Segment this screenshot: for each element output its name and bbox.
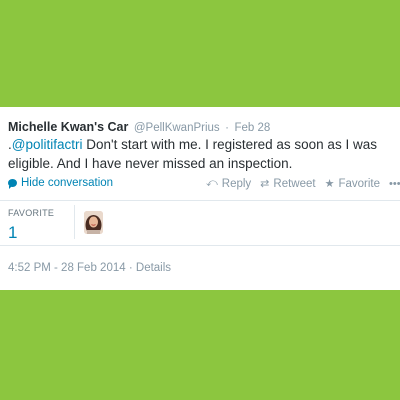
timestamp-text[interactable]: 4:52 PM - 28 Feb 2014 xyxy=(8,262,126,274)
date-separator: · xyxy=(225,122,230,134)
hide-conversation-label: Hide conversation xyxy=(21,177,114,189)
divider xyxy=(0,245,400,246)
tweet-timestamp: 4:52 PM - 28 Feb 2014 · Details xyxy=(8,262,171,274)
retweet-button[interactable]: ⇄ Retweet xyxy=(260,177,316,191)
favorite-count: 1 xyxy=(8,223,18,242)
timestamp-separator: · xyxy=(128,262,133,274)
tweet-date[interactable]: Feb 28 xyxy=(235,122,271,134)
page: Michelle Kwan's Car @PellKwanPrius · Feb… xyxy=(0,0,400,400)
avatar-image xyxy=(84,211,103,234)
more-dots-icon: ••• xyxy=(389,177,400,190)
stats-divider xyxy=(74,205,75,239)
mention-link[interactable]: @politifactri xyxy=(12,137,83,152)
details-link[interactable]: Details xyxy=(136,262,171,274)
tweet-actions: ⤺ Reply ⇄ Retweet ★ Favorite ••• M xyxy=(206,177,400,190)
tweet-header: Michelle Kwan's Car @PellKwanPrius · Feb… xyxy=(8,119,270,136)
hide-conversation-link[interactable]: Hide conversation xyxy=(8,177,113,189)
author-handle[interactable]: @PellKwanPrius xyxy=(134,122,220,134)
more-button[interactable]: ••• M xyxy=(389,178,400,190)
favorite-stats[interactable]: FAVORITE 1 xyxy=(8,208,68,244)
tweet-text: .@politifactri Don't start with me. I re… xyxy=(8,135,400,173)
reply-button[interactable]: ⤺ Reply xyxy=(206,177,251,190)
author-name[interactable]: Michelle Kwan's Car xyxy=(8,120,128,134)
retweet-icon: ⇄ xyxy=(260,178,270,190)
tweet-card: Michelle Kwan's Car @PellKwanPrius · Feb… xyxy=(0,107,400,290)
favorite-stats-label: FAVORITE xyxy=(8,208,55,218)
speech-bubble-icon xyxy=(8,179,17,189)
reply-arrow-icon: ⤺ xyxy=(206,177,218,189)
favorite-button[interactable]: ★ Favorite xyxy=(324,177,380,191)
divider xyxy=(0,200,400,201)
favorite-label: Favorite xyxy=(338,177,380,190)
user-avatar[interactable] xyxy=(84,211,103,234)
reply-label: Reply xyxy=(221,177,252,190)
star-icon: ★ xyxy=(324,178,335,190)
retweet-label: Retweet xyxy=(273,177,316,190)
